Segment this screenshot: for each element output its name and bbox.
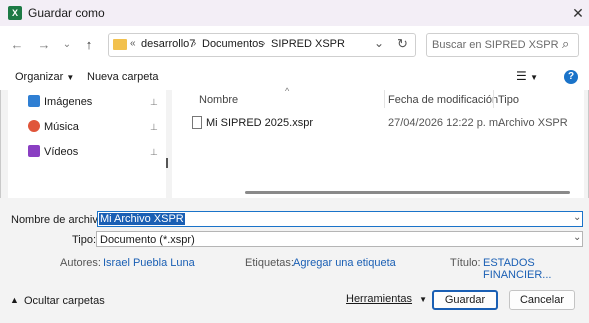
sidebar-item-videos[interactable]: Vídeos (44, 146, 78, 158)
search-icon[interactable]: ⌕ (562, 36, 569, 52)
add-tag-link[interactable]: Agregar una etiqueta (293, 257, 396, 269)
up-arrow-icon[interactable]: ↑ (80, 36, 98, 54)
document-icon (192, 116, 202, 129)
authors-label: Autores: (60, 257, 101, 269)
breadcrumb-documentos[interactable]: Documentos (202, 38, 264, 50)
breadcrumb-sipred-xspr[interactable]: SIPRED XSPR (271, 38, 345, 50)
address-dropdown-icon[interactable]: ⌄ (374, 36, 384, 50)
search-input[interactable]: Buscar en SIPRED XSPR (432, 39, 559, 51)
window-title: Guardar como (28, 6, 105, 20)
list-view-icon: ☰ (516, 69, 527, 83)
chevron-up-icon[interactable]: ▲ (10, 295, 19, 305)
caret-down-icon: ▼ (530, 73, 539, 82)
save-button[interactable]: Guardar (432, 290, 498, 310)
sort-ascending-icon: ^ (285, 86, 290, 96)
filename-label: Nombre de archivo: (11, 214, 107, 226)
filename-input[interactable]: Mi Archivo XSPR (99, 213, 185, 225)
chevron-right-icon: › (262, 38, 266, 49)
file-date: 27/04/2026 12:22 p. m. (388, 117, 502, 129)
title-label: Título: (450, 257, 481, 269)
videos-icon (28, 145, 40, 157)
tools-label: Herramientas (346, 293, 413, 305)
close-icon[interactable]: ✕ (568, 3, 588, 23)
sidebar-item-musica[interactable]: Música (44, 121, 79, 133)
pin-icon: ⊥ (150, 97, 158, 107)
horizontal-scrollbar[interactable] (245, 191, 570, 194)
tools-button[interactable]: Herramientas ▼ (346, 293, 427, 305)
recent-locations-icon[interactable]: ⌄ (58, 36, 76, 54)
sidebar-item-imagenes[interactable]: Imágenes (44, 96, 92, 108)
column-header-date[interactable]: Fecha de modificación (388, 94, 498, 106)
pin-icon: ⊥ (150, 147, 158, 157)
organize-label: Organizar (15, 71, 64, 83)
music-icon (28, 120, 40, 132)
authors-value[interactable]: Israel Puebla Luna (103, 257, 195, 269)
filename-dropdown-icon[interactable]: ⌄ (573, 212, 581, 223)
help-icon[interactable]: ? (564, 70, 578, 84)
excel-app-icon: X (8, 6, 22, 20)
hide-folders-button[interactable]: Ocultar carpetas (24, 295, 105, 307)
view-options-icon[interactable]: ☰ ▼ (516, 69, 538, 83)
file-name: Mi SIPRED 2025.xspr (206, 117, 313, 129)
title-value[interactable]: ESTADOS FINANCIER... (483, 257, 589, 281)
caret-down-icon: ▼ (419, 295, 428, 304)
type-selected-value: Documento (*.xspr) (100, 234, 195, 246)
images-icon (28, 95, 40, 107)
breadcrumb-overflow-icon[interactable]: « (130, 38, 136, 49)
tags-label: Etiquetas: (245, 257, 294, 269)
type-dropdown-icon[interactable]: ⌄ (573, 232, 581, 243)
folder-icon (113, 39, 127, 50)
file-type: Archivo XSPR (498, 117, 568, 129)
pin-icon: ⊥ (150, 122, 158, 132)
type-label: Tipo: (72, 234, 97, 246)
organize-button[interactable]: Organizar ▼ (15, 71, 74, 83)
column-header-type[interactable]: Tipo (498, 94, 519, 106)
new-folder-button[interactable]: Nueva carpeta (87, 71, 159, 83)
caret-down-icon: ▼ (66, 73, 75, 82)
column-divider[interactable] (493, 90, 494, 108)
back-arrow-icon[interactable]: ← (8, 36, 26, 54)
cancel-button[interactable]: Cancelar (509, 290, 575, 310)
refresh-icon[interactable]: ↻ (397, 36, 408, 52)
column-divider[interactable] (384, 90, 385, 108)
column-header-name[interactable]: Nombre (199, 94, 238, 106)
forward-arrow-icon[interactable]: → (35, 36, 53, 54)
chevron-right-icon: › (193, 38, 197, 49)
breadcrumb-desarrollo7[interactable]: desarrollo7 (141, 38, 195, 50)
file-list (172, 90, 584, 198)
pane-splitter[interactable] (166, 158, 168, 168)
